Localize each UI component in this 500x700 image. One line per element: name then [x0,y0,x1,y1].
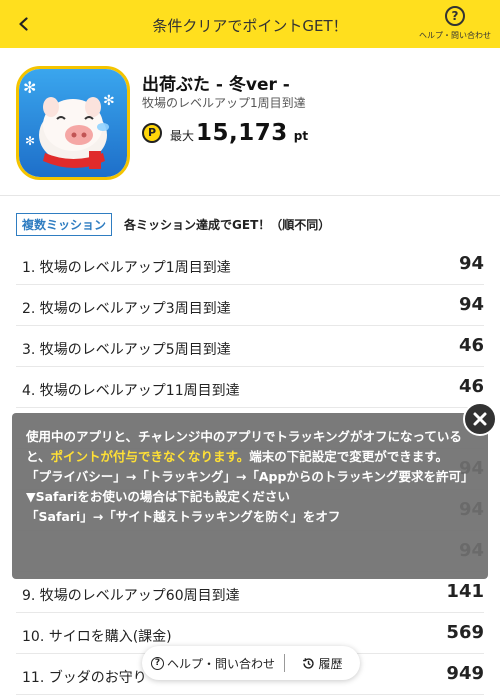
question-circle-icon: ? [445,6,465,26]
app-subtitle: 牧場のレベルアップ1周目到達 [142,96,306,110]
app-name: 出荷ぶた - 冬ver - [142,75,290,95]
points-unit: pt [293,129,309,143]
mission-label: 10. サイロを購入(課金) [22,629,172,645]
close-notice-button[interactable] [463,402,497,436]
svg-text:✻: ✻ [23,78,36,97]
question-circle-icon: ? [150,656,164,670]
mission-points: 94 [458,294,484,315]
history-clock-icon [303,657,315,669]
app-icon: ✻ ✻ ✻ [16,66,130,180]
mission-points: 46 [458,376,484,397]
mission-points: 569 [446,622,484,643]
mission-type-tag: 複数ミッション [16,213,113,236]
max-points-value: 15,173 [196,120,288,146]
mission-label: 4. 牧場のレベルアップ11周目到達 [22,383,240,399]
mission-row: 2. 牧場のレベルアップ3周目到達 94 [16,285,484,326]
chevron-left-icon [19,17,28,31]
point-badge-icon: P [142,123,162,143]
mission-label: 9. 牧場のレベルアップ60周目到達 [22,588,240,604]
svg-text:✻: ✻ [103,93,115,109]
mission-row: 3. 牧場のレベルアップ5周目到達 46 [16,326,484,367]
notice-highlight: ポイントが付与できなくなります。 [50,449,250,464]
app-info-card: ✻ ✻ ✻ 出荷ぶた - 冬ver - 牧場のレベルアップ1周目到達 P 最大 … [0,48,500,196]
tracking-notice-line2: 「プライバシー」→「トラッキング」→「Appからのトラッキング要求を許可」 [26,469,474,484]
mission-points: 949 [446,663,484,684]
tracking-notice-line1: 使用中のアプリと、チャレンジ中のアプリでトラッキングがオフになっていると、ポイン… [26,427,474,467]
mission-label: 3. 牧場のレベルアップ5周目到達 [22,342,231,358]
top-header: 条件クリアでポイントGET！ ? ヘルプ・問い合わせ [0,0,500,48]
bottom-action-bar: ? ヘルプ・問い合わせ 履歴 [142,646,360,680]
mission-points: 94 [458,253,484,274]
help-contact-label: ヘルプ・問い合わせ [166,656,275,671]
back-button[interactable] [10,10,38,38]
mission-points: 46 [458,335,484,356]
max-points-row: P 最大 15,173 pt [142,120,308,146]
mission-row: 1. 牧場のレベルアップ1周目到達 94 [16,244,484,285]
mission-label: 11. ブッダのお守り [22,670,147,686]
mission-row: 4. 牧場のレベルアップ11周目到達 46 [16,367,484,408]
history-label: 履歴 [318,656,343,671]
history-button[interactable]: 履歴 [285,646,360,680]
svg-text:✻: ✻ [25,134,35,148]
mission-points: 141 [446,581,484,602]
mission-label: 2. 牧場のレベルアップ3周目到達 [22,301,231,317]
tracking-notice-line3: ▼Safariをお使いの場合は下記も設定ください [26,489,290,504]
notice-text: 端末の下記設定で変更ができます。 [249,449,449,464]
max-label: 最大 [170,129,195,143]
tracking-notice: 使用中のアプリと、チャレンジ中のアプリでトラッキングがオフになっていると、ポイン… [12,413,488,579]
mission-note: 各ミッション達成でGET！（順不同） [124,218,331,232]
close-icon [473,412,487,426]
help-contact-button[interactable]: ? ヘルプ・問い合わせ [142,646,284,680]
mission-label: 1. 牧場のレベルアップ1周目到達 [22,260,231,276]
help-button[interactable]: ? ヘルプ・問い合わせ [418,6,492,44]
tracking-notice-line4: 「Safari」→「サイト越えトラッキングを防ぐ」をオフ [26,509,341,524]
help-label: ヘルプ・問い合わせ [419,31,491,40]
missions-header: 複数ミッション 各ミッション達成でGET！（順不同） [16,213,330,236]
